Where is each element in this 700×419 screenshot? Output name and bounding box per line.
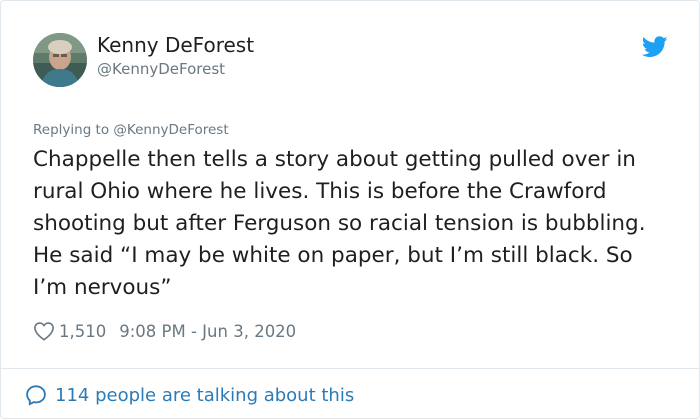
user-handle[interactable]: @KennyDeForest: [97, 59, 225, 79]
avatar-image: [33, 33, 87, 87]
avatar[interactable]: [33, 33, 87, 87]
user-name[interactable]: Kenny DeForest: [97, 33, 254, 57]
tweet-timestamp[interactable]: 9:08 PM - Jun 3, 2020: [119, 322, 296, 341]
like-count[interactable]: 1,510: [59, 322, 106, 341]
speech-bubble-icon: [26, 385, 46, 406]
tweet-text: Chappelle then tells a story about getti…: [33, 147, 646, 300]
conversation-link[interactable]: 114 people are talking about this: [25, 381, 354, 409]
footer-divider: [1, 368, 699, 369]
heart-icon[interactable]: [33, 321, 55, 341]
replying-to-handle-link[interactable]: @KennyDeForest: [113, 122, 228, 138]
replying-to: Replying to @KennyDeForest: [33, 121, 229, 139]
tweet-meta: 1,510 9:08 PM - Jun 3, 2020: [33, 318, 296, 344]
tweet-card: Kenny DeForest @KennyDeForest Replying t…: [0, 0, 700, 419]
replying-to-prefix: Replying to: [33, 122, 110, 138]
talking-label[interactable]: 114 people are talking about this: [55, 385, 354, 406]
twitter-bird-icon[interactable]: [642, 36, 668, 58]
